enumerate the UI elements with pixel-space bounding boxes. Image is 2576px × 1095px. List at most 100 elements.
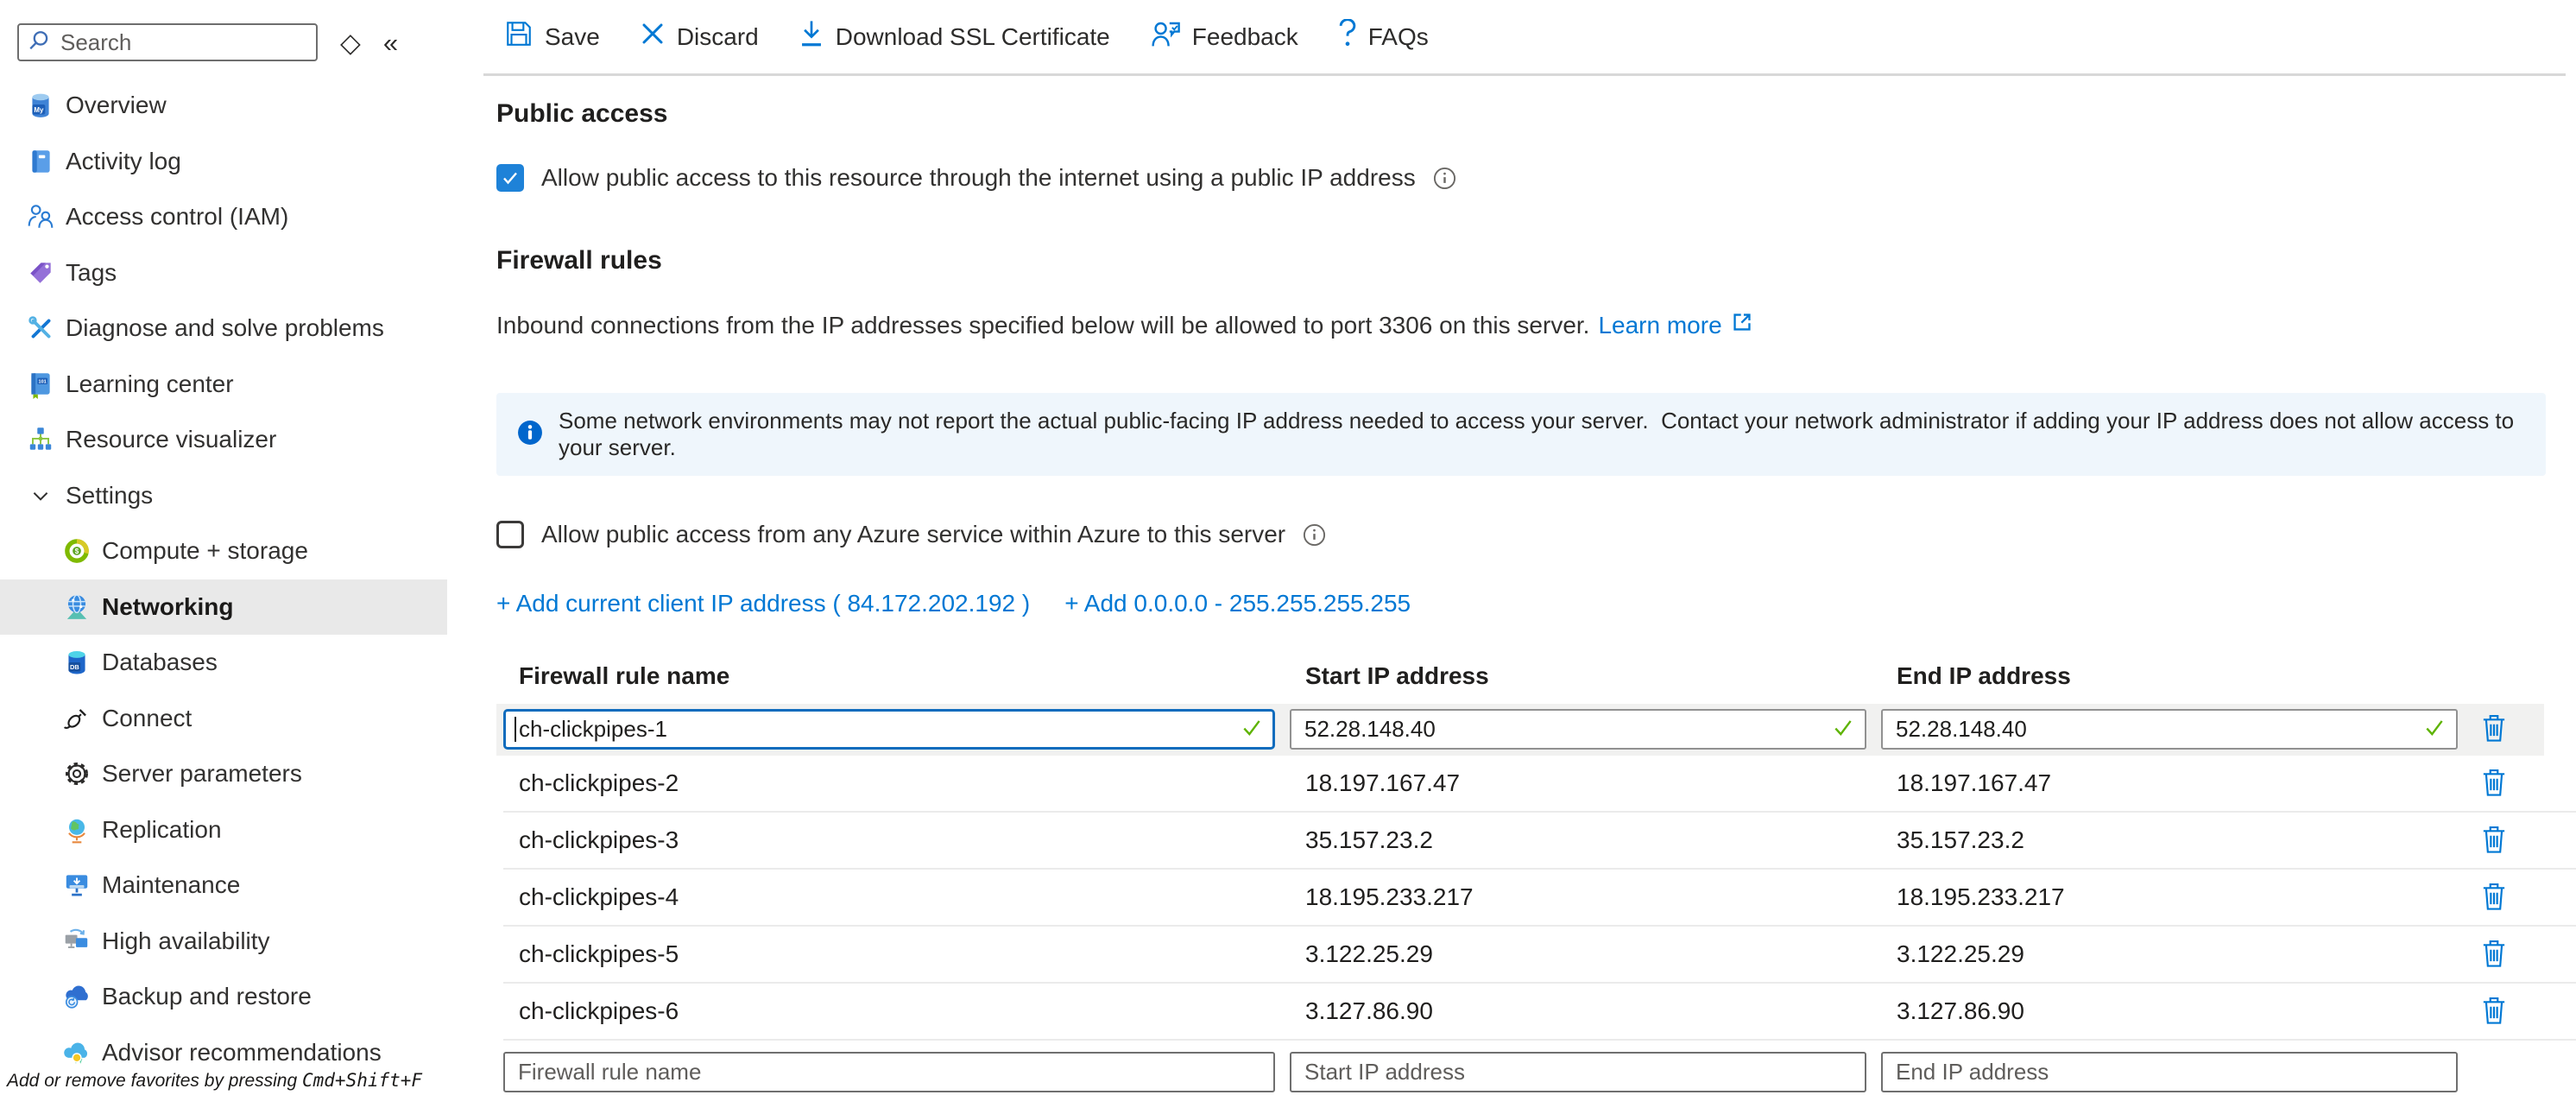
- info-banner-text: Some network environments may not report…: [559, 408, 2529, 461]
- start-ip-input[interactable]: [1290, 709, 1866, 750]
- trash-icon: [2481, 713, 2507, 745]
- learn-more-link[interactable]: Learn more: [1598, 312, 1721, 339]
- table-row: ch-clickpipes-6 3.127.86.90 3.127.86.90: [503, 984, 2576, 1041]
- new-end-ip-input[interactable]: [1881, 1052, 2458, 1092]
- sidebar-item-overview[interactable]: My Overview: [0, 78, 447, 134]
- sidebar-item-replication[interactable]: Replication: [0, 802, 447, 858]
- sidebar-item-resource-visualizer[interactable]: Resource visualizer: [0, 412, 447, 468]
- table-row: ch-clickpipes-3 35.157.23.2 35.157.23.2: [503, 813, 2576, 870]
- faq-icon: [1338, 19, 1357, 54]
- feedback-button[interactable]: Feedback: [1150, 19, 1298, 54]
- sidebar-item-label: Overview: [66, 92, 167, 119]
- favorites-hint-keys: Cmd+Shift+F: [302, 1070, 422, 1091]
- advisor-icon: [62, 1038, 92, 1067]
- chevron-down-icon: [26, 481, 55, 510]
- discard-button[interactable]: Discard: [640, 21, 759, 53]
- end-ip: 3.127.86.90: [1881, 997, 2481, 1025]
- end-ip-input[interactable]: [1881, 709, 2458, 750]
- allow-azure-services-label: Allow public access from any Azure servi…: [541, 521, 1285, 548]
- start-ip: 18.195.233.217: [1290, 883, 1881, 911]
- sidebar-item-label: Server parameters: [102, 760, 302, 788]
- mysql-database-icon: My: [26, 91, 55, 120]
- compute-storage-icon: $: [62, 536, 92, 566]
- collapse-sidebar-icon[interactable]: «: [383, 29, 398, 56]
- new-end-ip-cell: [1881, 1052, 2458, 1092]
- sidebar-item-maintenance[interactable]: Maintenance: [0, 858, 447, 914]
- sidebar-item-databases[interactable]: DB Databases: [0, 635, 447, 691]
- networking-settings-main: Public access Allow public access to thi…: [483, 76, 2576, 1092]
- sidebar-item-high-availability[interactable]: High availability: [0, 914, 447, 970]
- sidebar-item-compute-storage[interactable]: $ Compute + storage: [0, 523, 447, 579]
- rule-name: ch-clickpipes-2: [503, 769, 1290, 797]
- sidebar-item-networking[interactable]: Networking: [0, 579, 447, 636]
- new-start-ip-input[interactable]: [1290, 1052, 1866, 1092]
- download-ssl-label: Download SSL Certificate: [836, 23, 1110, 51]
- firewall-rules-heading: Firewall rules: [496, 244, 2576, 278]
- delete-rule-button[interactable]: [2481, 939, 2507, 971]
- sidebar-item-label: Connect: [102, 705, 192, 732]
- search-input[interactable]: [59, 28, 307, 57]
- download-icon: [799, 19, 824, 54]
- end-ip: 35.157.23.2: [1881, 826, 2481, 854]
- learning-center-icon: 101: [26, 370, 55, 399]
- download-ssl-button[interactable]: Download SSL Certificate: [799, 19, 1110, 54]
- sidebar-item-label: Replication: [102, 816, 222, 844]
- access-control-icon: [26, 202, 55, 231]
- sidebar-search-row: ◇ «: [0, 0, 483, 62]
- text-caret: [515, 717, 516, 742]
- table-row: ch-clickpipes-2 18.197.167.47 18.197.167…: [503, 756, 2576, 813]
- sidebar-item-label: Settings: [66, 482, 153, 510]
- backup-restore-icon: [62, 982, 92, 1011]
- delete-rule-button[interactable]: [2481, 713, 2507, 745]
- add-ip-range-link[interactable]: + Add 0.0.0.0 - 255.255.255.255: [1064, 590, 1411, 617]
- column-header-start-ip: Start IP address: [1290, 662, 1881, 690]
- sidebar-item-label: Backup and restore: [102, 983, 312, 1010]
- diamond-icon[interactable]: ◇: [340, 29, 361, 56]
- valid-check-icon: [1832, 716, 1854, 743]
- sidebar-item-activity-log[interactable]: Activity log: [0, 134, 447, 190]
- sidebar-item-label: Activity log: [66, 148, 181, 175]
- delete-rule-button[interactable]: [2481, 768, 2507, 800]
- faqs-button[interactable]: FAQs: [1338, 19, 1429, 54]
- sidebar-item-diagnose[interactable]: Diagnose and solve problems: [0, 301, 447, 357]
- sidebar-item-connect[interactable]: Connect: [0, 691, 447, 747]
- info-icon[interactable]: [1303, 523, 1326, 547]
- allow-public-access-row: Allow public access to this resource thr…: [496, 164, 2576, 192]
- sidebar-item-label: Networking: [102, 593, 233, 621]
- sidebar-item-label: Compute + storage: [102, 537, 308, 565]
- svg-text:$: $: [75, 548, 79, 555]
- sidebar-item-backup-restore[interactable]: Backup and restore: [0, 969, 447, 1025]
- resource-visualizer-icon: [26, 425, 55, 454]
- sidebar-search-box[interactable]: [17, 23, 318, 61]
- sidebar-group-settings[interactable]: Settings: [0, 468, 447, 524]
- svg-text:101: 101: [39, 379, 47, 384]
- rule-name: ch-clickpipes-4: [503, 883, 1290, 911]
- sidebar-item-server-parameters[interactable]: Server parameters: [0, 746, 447, 802]
- rule-name-input[interactable]: [503, 709, 1275, 750]
- save-button[interactable]: Save: [504, 19, 600, 54]
- add-client-ip-link[interactable]: + Add current client IP address ( 84.172…: [496, 590, 1030, 617]
- tag-icon: [26, 258, 55, 288]
- start-ip: 35.157.23.2: [1290, 826, 1881, 854]
- sidebar-item-tags[interactable]: Tags: [0, 245, 447, 301]
- trash-icon: [2481, 882, 2507, 914]
- end-ip: 3.122.25.29: [1881, 940, 2481, 968]
- sidebar-item-access-control[interactable]: Access control (IAM): [0, 189, 447, 245]
- allow-azure-services-checkbox[interactable]: [496, 521, 524, 548]
- table-row: ch-clickpipes-4 18.195.233.217 18.195.23…: [503, 870, 2576, 927]
- delete-rule-button[interactable]: [2481, 996, 2507, 1028]
- delete-rule-button[interactable]: [2481, 825, 2507, 857]
- search-icon: [28, 29, 50, 56]
- delete-rule-button[interactable]: [2481, 882, 2507, 914]
- allow-public-access-checkbox[interactable]: [496, 164, 524, 192]
- start-ip-cell: [1290, 709, 1866, 750]
- discard-label: Discard: [677, 23, 759, 51]
- table-row-editing: [496, 704, 2544, 756]
- content-pane: Save Discard Download SSL Certificate Fe…: [483, 0, 2576, 1095]
- info-icon[interactable]: [1433, 167, 1456, 190]
- sidebar-item-label: Maintenance: [102, 871, 240, 899]
- sidebar-item-learning-center[interactable]: 101 Learning center: [0, 357, 447, 413]
- new-rule-name-input[interactable]: [503, 1052, 1275, 1092]
- maintenance-icon: [62, 870, 92, 900]
- external-link-icon: [1731, 311, 1753, 339]
